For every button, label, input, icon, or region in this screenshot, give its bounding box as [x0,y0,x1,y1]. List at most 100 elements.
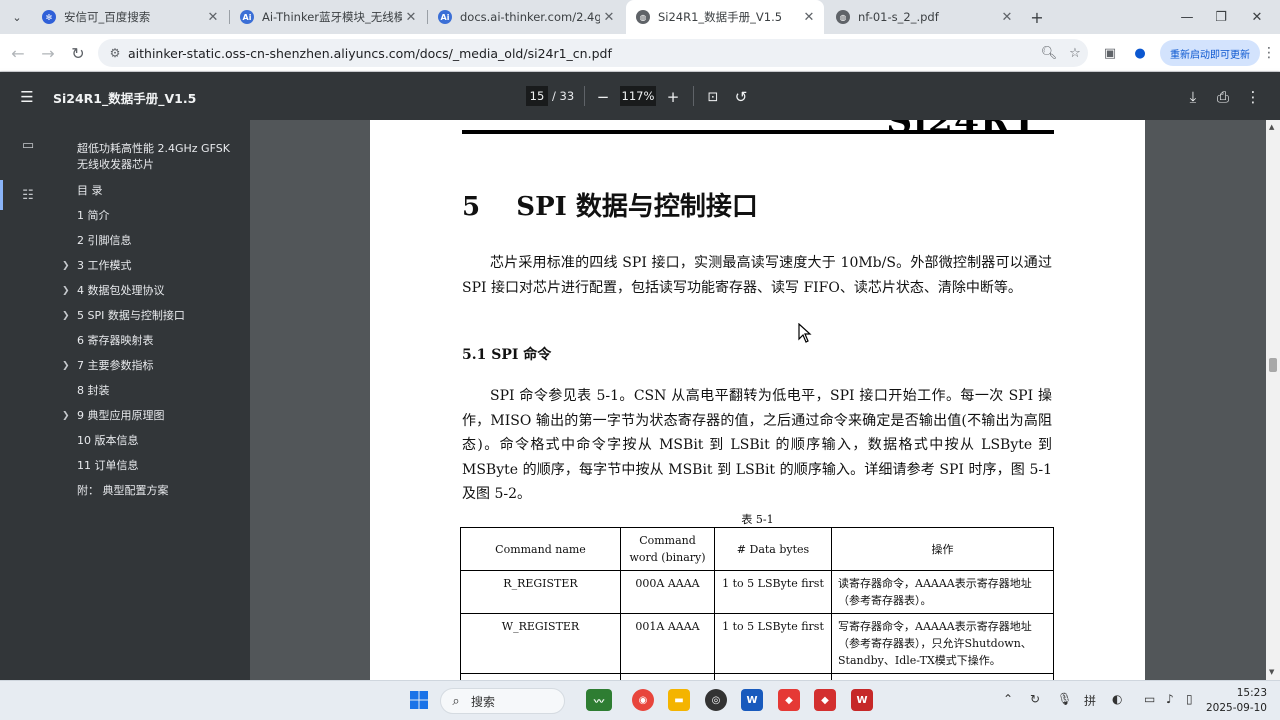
taskbar-clock[interactable]: 15:23 2025-09-10 [1205,686,1267,716]
profile-icon: ● [1134,45,1146,61]
table-cell: R_REGISTER [460,570,621,614]
chevron-right-icon[interactable]: ❯ [62,283,70,299]
minus-icon: − [596,88,610,106]
paragraph-spi-commands: SPI 命令参见表 5-1。CSN 从高电平翻转为低电平，SPI 接口开始工作。… [462,388,1052,503]
back-button[interactable]: ← [6,41,30,65]
url-text[interactable]: aithinker-static.oss-cn-shenzhen.aliyunc… [128,46,1036,61]
site-info-icon[interactable]: ⚙ [102,46,128,60]
close-icon[interactable]: ✕ [204,10,222,25]
outline-button[interactable]: ☷ [18,185,38,205]
chevron-right-icon[interactable]: ❯ [62,408,70,424]
taskbar-app-b[interactable]: ◆ [814,689,836,711]
tab-ai-thinker[interactable]: Ai Ai-Thinker蓝牙模块_无线模块 ✕ [230,0,426,34]
taskbar-app-wps[interactable]: W [851,689,873,711]
start-button[interactable] [408,689,430,711]
zoom-input[interactable]: 117% [620,86,656,106]
outline-list-icon: ☷ [22,187,34,203]
hamburger-menu-icon: ☰ [20,88,34,106]
table-header-cell: # Data bytes [714,527,832,571]
tab-search-menu-button[interactable]: ⌄ [6,6,28,28]
tab-nf01-pdf[interactable]: ◍ nf-01-s_2_.pdf ✕ [826,0,1022,34]
outline-item-toc[interactable]: 目 录 [62,183,242,199]
scroll-up-icon[interactable]: ▲ [1269,123,1274,131]
side-panel-icon: ▣ [1103,45,1117,61]
outline-item-order[interactable]: 11 订单信息 [62,458,242,474]
chevron-right-icon[interactable]: ❯ [62,358,70,374]
close-icon[interactable]: ✕ [402,10,420,25]
outline-item-pins[interactable]: 2 引脚信息 [62,233,242,249]
arrow-right-icon: → [41,43,55,63]
side-panel-button[interactable]: ▣ [1098,41,1122,65]
fit-page-button[interactable]: ⊡ [702,86,724,108]
taskbar-app-obs[interactable]: ◎ [705,689,727,711]
outline-item-intro[interactable]: 1 简介 [62,208,242,224]
browser-menu-button[interactable]: ⋮ [1262,41,1276,65]
more-vert-icon: ⋮ [1245,88,1261,106]
tray-battery-icon[interactable]: ▯ [1186,692,1193,706]
tab-docs[interactable]: Ai docs.ai-thinker.com/2.4g_1/ ✕ [428,0,624,34]
close-icon[interactable]: ✕ [600,10,618,25]
taskbar-app-word[interactable]: W [741,689,763,711]
outline-item-modes[interactable]: ❯ 3 工作模式 [62,258,242,274]
pdf-viewer[interactable]: Si24R1 5 SPI 数据与控制接口 芯片采用标准的四线 SPI 接口，实测… [250,120,1280,680]
table-header-row: Command name Command word (binary) # Dat… [460,527,1054,571]
tray-sync-icon[interactable]: ↻ [1030,692,1040,706]
outline-item-registers[interactable]: 6 寄存器映射表 [62,333,242,349]
page-number-input[interactable]: 15 [526,86,548,106]
outline-item-version[interactable]: 10 版本信息 [62,433,242,449]
close-window-button[interactable]: ✕ [1234,0,1280,34]
print-button[interactable]: ⎙ [1212,86,1234,108]
download-button[interactable]: ⤓ [1182,86,1204,108]
outline-item-params[interactable]: ❯ 7 主要参数指标 [62,358,242,374]
tray-microphone-icon[interactable]: 🎙︎ [1057,692,1072,706]
app-diamond-icon: ◆ [785,694,793,706]
tab-strip: ⌄ ✻ 安信可_百度搜索 ✕ Ai Ai-Thinker蓝牙模块_无线模块 ✕ … [0,0,1280,34]
outline-item-spi[interactable]: ❯ 5 SPI 数据与控制接口 [62,308,242,324]
outline-menu-button[interactable]: ☰ [16,86,38,108]
more-actions-button[interactable]: ⋮ [1242,86,1264,108]
zoom-icon[interactable]: 🔍︎ [1036,46,1062,61]
taskbar-app-chrome[interactable]: ◉ [632,689,654,711]
thumbnails-button[interactable]: ▭ [18,135,38,155]
taskbar-app-monitor[interactable]: 〰 [586,689,612,711]
forward-button[interactable]: → [36,41,60,65]
document-title: Si24R1_数据手册_V1.5 [53,91,197,106]
browser-toolbar: ← → ↻ ⚙ aithinker-static.oss-cn-shenzhen… [0,34,1280,72]
outline-item-schematic[interactable]: ❯ 9 典型应用原理图 [62,408,242,424]
tray-volume-icon[interactable]: ♪ [1166,692,1174,706]
bookmark-star-icon[interactable]: ☆ [1062,46,1088,61]
scroll-thumb[interactable] [1269,358,1277,372]
tray-network-icon[interactable]: ▭ [1144,692,1155,706]
word-icon: W [746,694,758,706]
outline-item-cover[interactable]: 超低功耗高性能 2.4GHz GFSK 无线收发器芯片 [62,141,242,173]
tab-baidu[interactable]: ✻ 安信可_百度搜索 ✕ [32,0,228,34]
close-icon[interactable]: ✕ [998,10,1016,25]
rotate-button[interactable]: ↺ [730,86,752,108]
close-icon[interactable]: ✕ [800,10,818,25]
viewer-scrollbar[interactable]: ▲ ▼ [1266,120,1280,680]
chevron-right-icon[interactable]: ❯ [62,258,70,274]
table-header-cell: Command word (binary) [620,527,715,571]
profile-button[interactable]: ● [1128,41,1152,65]
relaunch-update-button[interactable]: 重新启动即可更新 [1160,40,1260,66]
tray-ime-icon[interactable]: 拼 [1084,692,1096,709]
spi-command-table: Command name Command word (binary) # Dat… [460,527,1054,680]
new-tab-button[interactable]: + [1026,6,1048,28]
reload-button[interactable]: ↻ [66,41,90,65]
outline-item-packet[interactable]: ❯ 4 数据包处理协议 [62,283,242,299]
tray-app-icon[interactable]: ◐ [1112,692,1122,706]
outline-item-package[interactable]: 8 封装 [62,383,242,399]
outline-item-appendix[interactable]: 附： 典型配置方案 [62,483,242,499]
chevron-right-icon[interactable]: ❯ [62,308,70,324]
taskbar-app-explorer[interactable]: ▬ [668,689,690,711]
zoom-out-button[interactable]: − [592,86,614,108]
taskbar-search[interactable]: ⌕ 搜索 [440,688,565,714]
address-bar[interactable]: ⚙ aithinker-static.oss-cn-shenzhen.aliyu… [98,39,1088,67]
taskbar-app-a[interactable]: ◆ [778,689,800,711]
zoom-in-button[interactable]: + [662,86,684,108]
pdf-page: Si24R1 5 SPI 数据与控制接口 芯片采用标准的四线 SPI 接口，实测… [370,120,1145,680]
tray-overflow-icon[interactable]: ⌃ [1003,692,1013,706]
scroll-down-icon[interactable]: ▼ [1269,668,1274,676]
tab-si24r1-active[interactable]: ◍ Si24R1_数据手册_V1.5 ✕ [626,0,824,34]
table-cell: 1 to 5 LSByte first [714,613,832,674]
